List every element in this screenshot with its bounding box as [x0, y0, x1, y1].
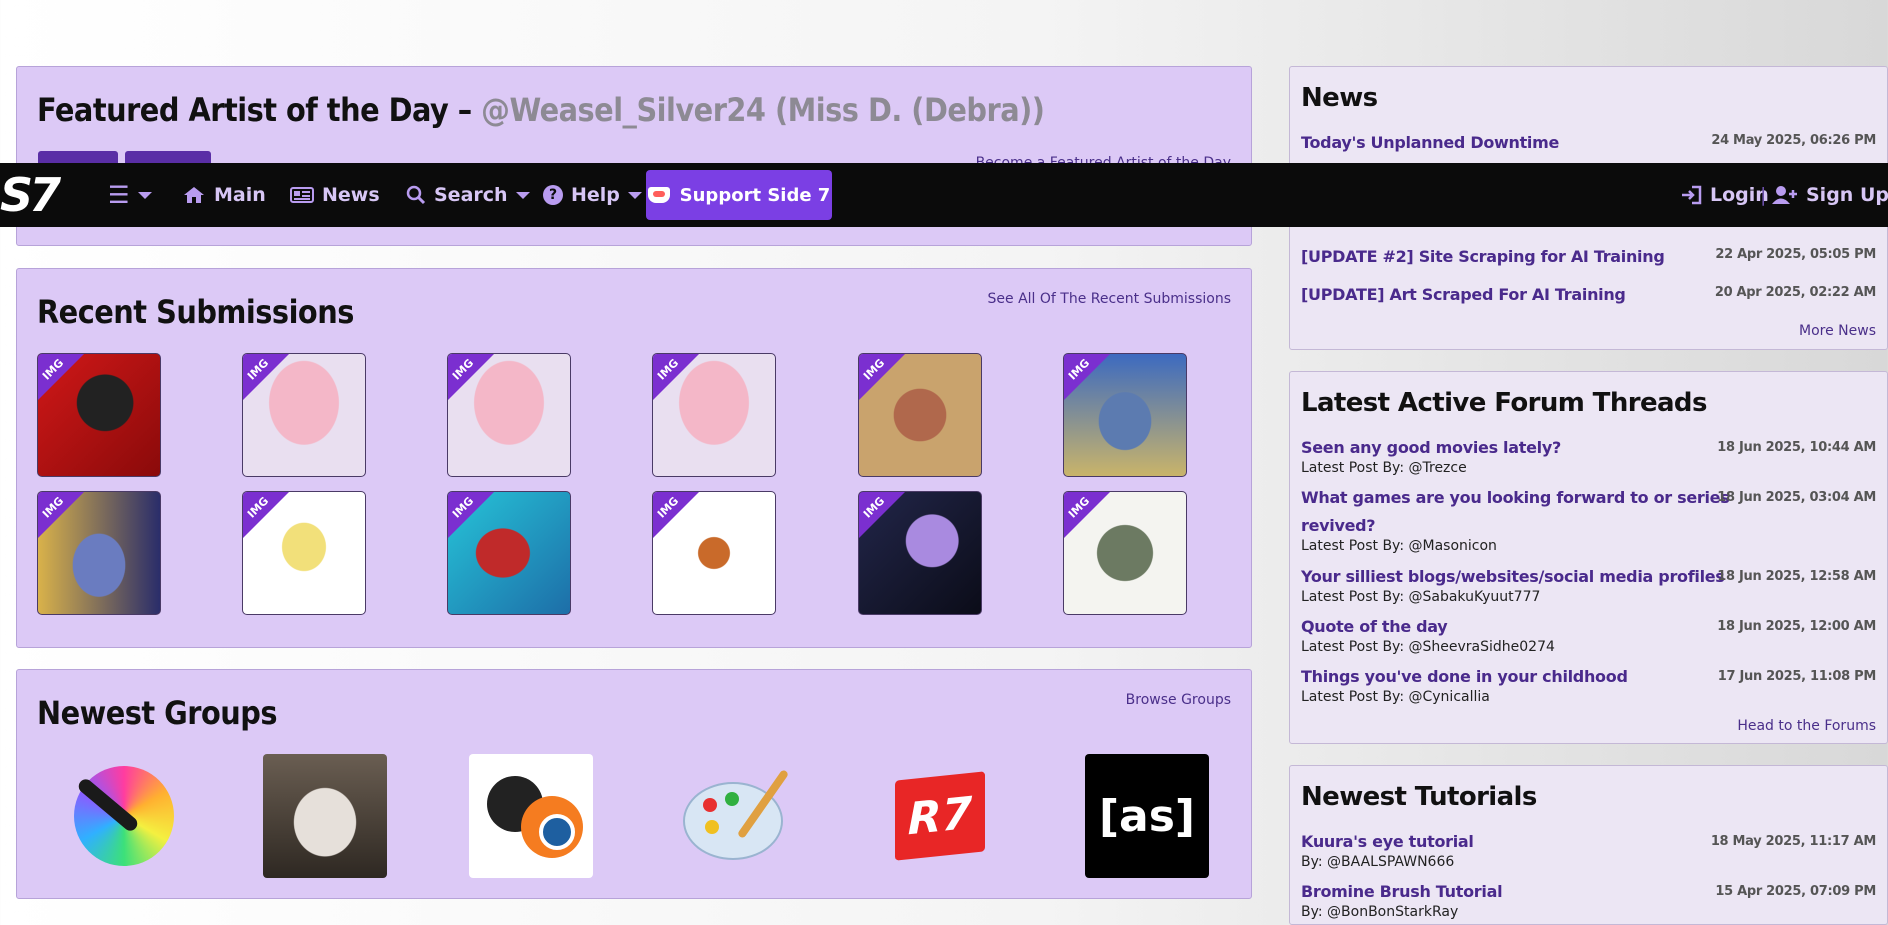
tutorial-item[interactable]: Kuura's eye tutorial 18 May 2025, 11:17 … [1301, 832, 1876, 874]
forum-threads-panel: Latest Active Forum Threads Seen any goo… [1289, 371, 1888, 744]
tutorial-author: By: @BonBonStarkRay [1301, 904, 1459, 920]
news-item-date: 22 Apr 2025, 05:05 PM [1715, 247, 1876, 262]
forum-thread-title[interactable]: Things you've done in your childhood [1301, 667, 1628, 686]
forum-thread-latest: Latest Post By: @Masonicon [1301, 538, 1497, 554]
submission-thumb[interactable]: IMG [447, 353, 571, 477]
as-logo: [as] [1098, 790, 1196, 842]
recent-submissions-panel: Recent Submissions See All Of The Recent… [16, 268, 1252, 648]
submission-thumb[interactable]: IMG [858, 353, 982, 477]
group-krita-icon[interactable] [62, 754, 186, 878]
submission-thumb[interactable]: IMG [1063, 491, 1187, 615]
login-icon [1682, 185, 1702, 205]
news-item-title[interactable]: Today's Unplanned Downtime [1301, 133, 1559, 152]
hamburger-icon: ☰ [108, 181, 130, 209]
forum-thread-title[interactable]: What games are you looking forward to or… [1301, 488, 1730, 507]
newest-groups-title: Newest Groups [37, 694, 278, 732]
tutorial-date: 18 May 2025, 11:17 AM [1710, 834, 1876, 849]
main-navbar: S7 ☰ Main News Search ? Help Support Sid… [0, 163, 1888, 227]
tutorial-item[interactable]: Bromine Brush Tutorial 15 Apr 2025, 07:0… [1301, 882, 1876, 924]
submission-thumb[interactable]: IMG [652, 491, 776, 615]
forum-thread[interactable]: Your silliest blogs/websites/social medi… [1301, 567, 1876, 609]
more-news-link[interactable]: More News [1799, 323, 1876, 339]
home-icon [184, 187, 204, 203]
forum-thread-latest: Latest Post By: @Cynicallia [1301, 689, 1490, 705]
submission-thumb[interactable]: IMG [447, 491, 571, 615]
forum-thread[interactable]: Quote of the day 18 Jun 2025, 12:00 AM L… [1301, 617, 1876, 659]
submission-thumb[interactable]: IMG [242, 353, 366, 477]
forum-thread-title[interactable]: Quote of the day [1301, 617, 1448, 636]
nav-signup[interactable]: Sign Up [1772, 163, 1888, 227]
tutorial-title[interactable]: Kuura's eye tutorial [1301, 832, 1474, 851]
submission-thumb[interactable]: IMG [1063, 353, 1187, 477]
forum-thread-date: 18 Jun 2025, 12:58 AM [1717, 569, 1876, 584]
news-title: News [1301, 83, 1378, 113]
browse-groups-link[interactable]: Browse Groups [1126, 692, 1231, 708]
tutorials-panel: Newest Tutorials Kuura's eye tutorial 18… [1289, 765, 1888, 925]
hamburger-menu-button[interactable]: ☰ [108, 163, 152, 227]
forum-thread-date: 17 Jun 2025, 11:08 PM [1717, 669, 1877, 684]
submission-thumb[interactable]: IMG [858, 491, 982, 615]
head-to-forums-link[interactable]: Head to the Forums [1737, 718, 1876, 734]
question-icon: ? [543, 185, 563, 205]
group-blender-icon[interactable] [469, 754, 593, 878]
group-adult-swim-icon[interactable]: [as] [1085, 754, 1209, 878]
forum-thread-date: 18 Jun 2025, 12:00 AM [1717, 619, 1876, 634]
tutorial-date: 15 Apr 2025, 07:09 PM [1715, 884, 1876, 899]
newspaper-icon [290, 187, 314, 203]
chevron-down-icon [515, 191, 530, 199]
news-item[interactable]: Today's Unplanned Downtime 24 May 2025, … [1301, 133, 1876, 153]
forum-thread[interactable]: Seen any good movies lately? 18 Jun 2025… [1301, 438, 1876, 480]
chevron-down-icon [627, 191, 642, 199]
submission-thumb[interactable]: IMG [37, 491, 161, 615]
support-side7-button[interactable]: Support Side 7 [646, 170, 832, 220]
submission-thumb[interactable]: IMG [37, 353, 161, 477]
nav-help[interactable]: ? Help [543, 163, 642, 227]
news-item[interactable]: [UPDATE] Art Scraped For AI Training 20 … [1301, 285, 1876, 305]
site-logo[interactable]: S7 [0, 171, 88, 219]
submission-thumb[interactable]: IMG [652, 353, 776, 477]
group-bunny-icon[interactable] [263, 754, 387, 878]
news-item-title[interactable]: [UPDATE] Art Scraped For AI Training [1301, 285, 1626, 304]
nav-search[interactable]: Search [406, 163, 530, 227]
nav-separator: | [1760, 184, 1767, 206]
recent-submissions-title: Recent Submissions [37, 293, 354, 331]
forum-thread-latest: Latest Post By: @Trezce [1301, 460, 1467, 476]
forum-threads-title: Latest Active Forum Threads [1301, 388, 1707, 418]
chevron-down-icon [137, 191, 152, 199]
forum-thread[interactable]: Things you've done in your childhood 17 … [1301, 667, 1876, 709]
tutorial-author: By: @BAALSPAWN666 [1301, 854, 1455, 870]
forum-thread-date: 18 Jun 2025, 10:44 AM [1717, 440, 1876, 455]
group-r7-icon[interactable]: R7 [879, 754, 1003, 878]
news-item[interactable]: [UPDATE #2] Site Scraping for AI Trainin… [1301, 247, 1876, 267]
forum-thread-latest: Latest Post By: @SheevraSidhe0274 [1301, 639, 1555, 655]
nav-news[interactable]: News [290, 163, 380, 227]
forum-thread-latest: Latest Post By: @SabakuKyuut777 [1301, 589, 1541, 605]
group-palette-icon[interactable] [675, 754, 799, 878]
submission-thumb[interactable]: IMG [242, 491, 366, 615]
search-icon [406, 185, 426, 205]
see-all-submissions-link[interactable]: See All Of The Recent Submissions [988, 291, 1231, 307]
forum-thread[interactable]: What games are you looking forward to or… [1301, 488, 1876, 558]
tutorial-title[interactable]: Bromine Brush Tutorial [1301, 882, 1503, 901]
coffee-cup-icon [647, 187, 670, 203]
newest-groups-panel: Newest Groups Browse Groups R7 [as] [16, 669, 1252, 899]
nav-main[interactable]: Main [182, 163, 266, 227]
featured-title: Featured Artist of the Day – @Weasel_Sil… [37, 91, 1045, 129]
news-item-date: 24 May 2025, 06:26 PM [1711, 133, 1876, 148]
news-item-date: 20 Apr 2025, 02:22 AM [1714, 285, 1876, 300]
forum-thread-title[interactable]: Seen any good movies lately? [1301, 438, 1561, 457]
forum-thread-title[interactable]: Your silliest blogs/websites/social medi… [1301, 567, 1725, 586]
tutorials-title: Newest Tutorials [1301, 782, 1537, 812]
news-item-title[interactable]: [UPDATE #2] Site Scraping for AI Trainin… [1301, 247, 1665, 266]
forum-thread-date: 18 Jun 2025, 03:04 AM [1717, 490, 1876, 505]
user-plus-icon [1772, 186, 1797, 204]
nav-login[interactable]: Login [1680, 163, 1769, 227]
forum-thread-title-line2[interactable]: revived? [1301, 516, 1376, 535]
featured-artist-link[interactable]: @Weasel_Silver24 (Miss D. (Debra)) [481, 91, 1045, 129]
